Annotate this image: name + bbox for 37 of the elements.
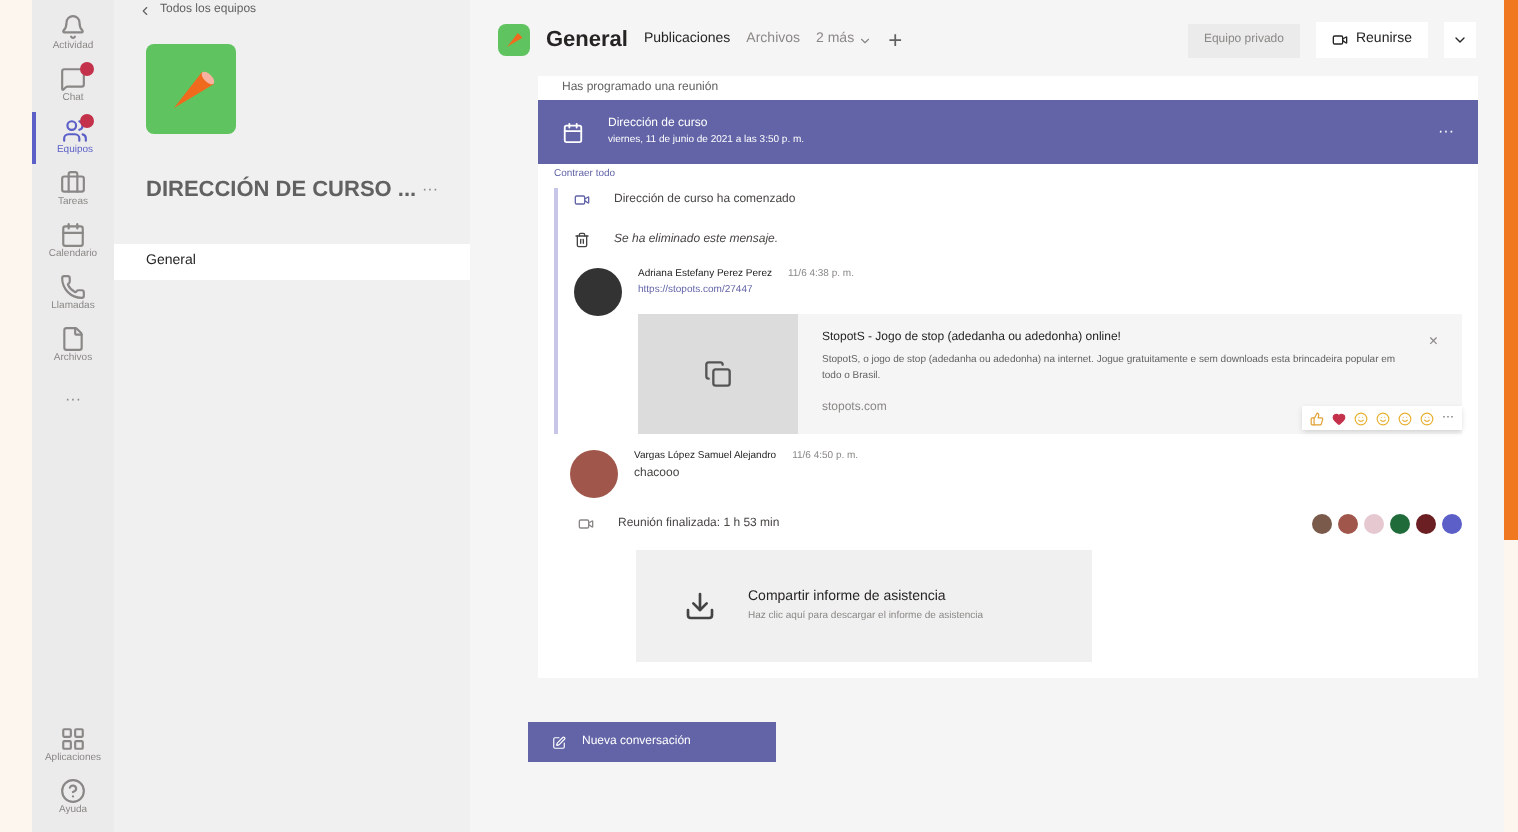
cone-icon: [504, 30, 524, 50]
chat-icon: [60, 66, 86, 92]
video-icon: [578, 516, 594, 532]
team-name: DIRECCIÓN DE CURSO ...: [146, 174, 417, 206]
meet-menu-button[interactable]: [1444, 22, 1476, 58]
video-icon: [1331, 32, 1348, 48]
calendar-icon: [562, 121, 584, 143]
file-icon: [60, 326, 86, 352]
heart-icon[interactable]: [1332, 411, 1346, 425]
calendar-icon: [60, 222, 86, 248]
help-icon: [60, 778, 86, 804]
channel-title: General: [546, 25, 628, 56]
team-more-button[interactable]: ···: [422, 178, 438, 203]
smile-icon[interactable]: [1420, 411, 1434, 425]
smile-icon[interactable]: [1354, 411, 1368, 425]
more-apps-button[interactable]: ···: [65, 388, 81, 412]
bell-icon: [60, 14, 86, 40]
apps-icon: [59, 726, 86, 752]
compose-icon: [552, 735, 566, 749]
trash-icon: [574, 232, 590, 248]
phone-icon: [60, 274, 86, 300]
avatar: [574, 268, 622, 316]
smile-icon[interactable]: [1398, 411, 1412, 425]
download-icon: [684, 590, 716, 622]
teams-icon: [62, 118, 88, 144]
add-tab-button[interactable]: +: [888, 22, 903, 58]
video-icon: [574, 192, 590, 208]
back-icon: [138, 3, 152, 17]
smile-icon[interactable]: [1376, 411, 1390, 425]
chevron-icon: [858, 33, 873, 47]
meeting-more-button[interactable]: ···: [1438, 120, 1454, 144]
chevron-icon: [1452, 32, 1468, 48]
bag-icon: [60, 170, 86, 196]
copy-icon: [704, 360, 732, 388]
avatar: [570, 450, 618, 498]
thumbs-up-icon[interactable]: [1310, 411, 1324, 425]
close-button[interactable]: ×: [1428, 330, 1438, 354]
